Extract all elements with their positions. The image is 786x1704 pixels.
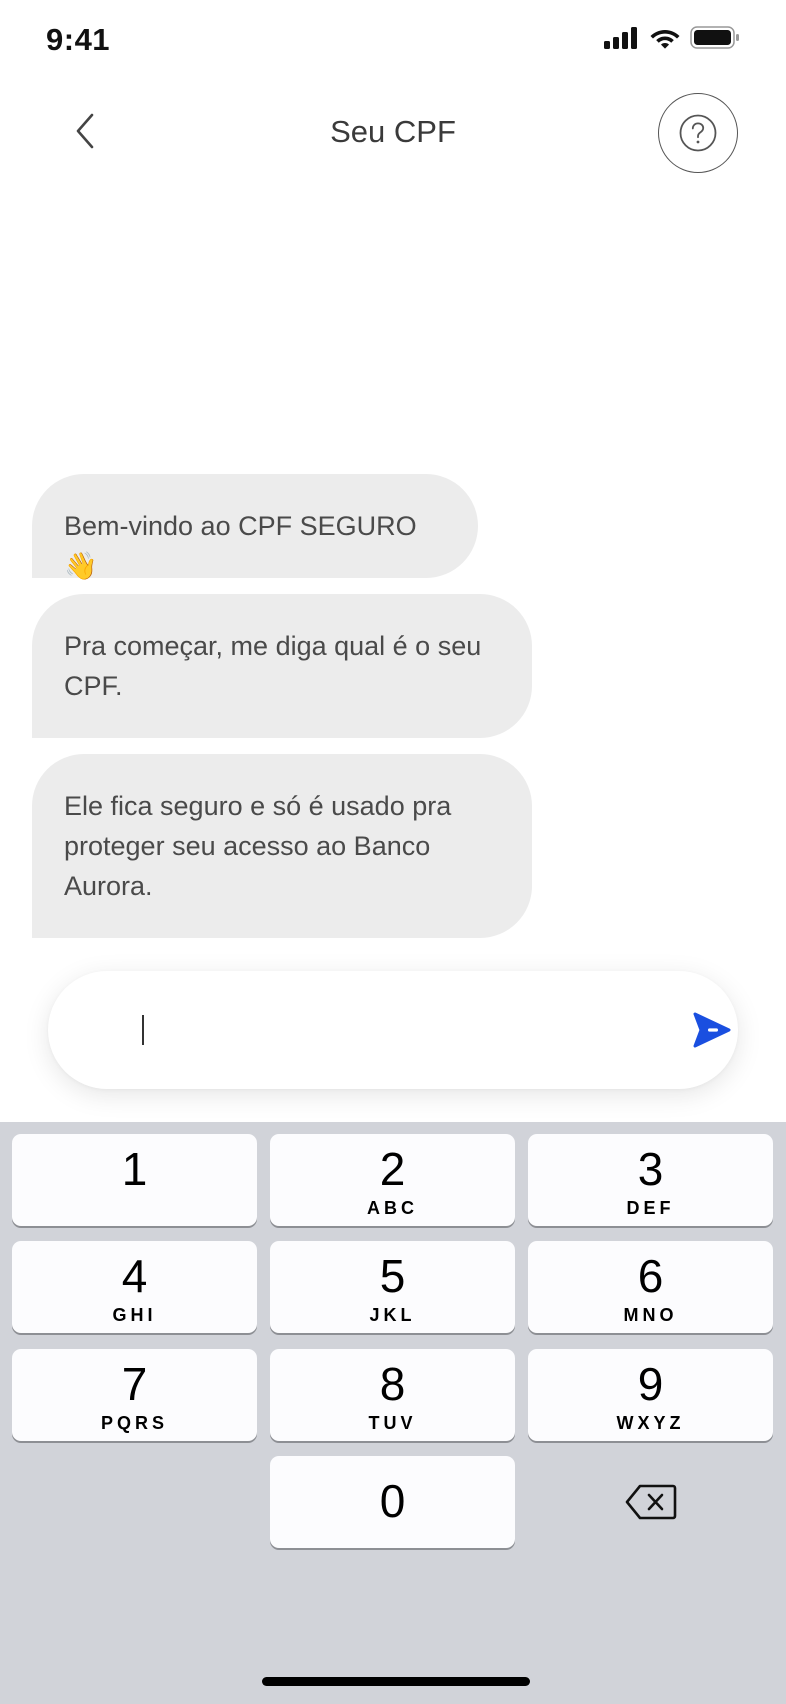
message-input-bar bbox=[48, 971, 738, 1089]
key-1[interactable]: 1 bbox=[12, 1134, 257, 1226]
key-letters: MNO bbox=[623, 1305, 678, 1325]
key-digit: 5 bbox=[379, 1250, 406, 1302]
key-digit: 8 bbox=[379, 1358, 406, 1410]
key-3[interactable]: 3 DEF bbox=[528, 1134, 773, 1226]
key-4[interactable]: 4 GHI bbox=[12, 1241, 257, 1333]
key-letters: ABC bbox=[367, 1198, 418, 1218]
screen: 9:41 Seu CPF Bem-vindo ao CPF SEGURO 👋 P… bbox=[0, 0, 786, 1704]
chat-message: Bem-vindo ao CPF SEGURO 👋 bbox=[32, 474, 478, 581]
key-5[interactable]: 5 JKL bbox=[270, 1241, 515, 1333]
key-letters: PQRS bbox=[100, 1413, 168, 1433]
cellular-signal-icon bbox=[604, 26, 637, 49]
key-digit: 9 bbox=[637, 1358, 664, 1410]
header: Seu CPF bbox=[0, 80, 786, 184]
key-digit: 2 bbox=[379, 1143, 406, 1195]
key-6[interactable]: 6 MNO bbox=[528, 1241, 773, 1333]
wifi-icon bbox=[650, 30, 680, 49]
text-cursor bbox=[142, 1015, 144, 1045]
key-0[interactable]: 0 bbox=[270, 1456, 515, 1548]
key-letters: GHI bbox=[112, 1305, 157, 1325]
status-bar: 9:41 bbox=[0, 0, 786, 80]
key-digit: 0 bbox=[379, 1475, 406, 1527]
key-letters: WXYZ bbox=[616, 1413, 685, 1433]
home-indicator bbox=[262, 1677, 530, 1686]
battery-icon bbox=[690, 26, 739, 49]
key-7[interactable]: 7 PQRS bbox=[12, 1349, 257, 1441]
key-letters: DEF bbox=[626, 1198, 675, 1218]
message-text: Pra começar, me diga qual é o seu CPF. bbox=[64, 631, 482, 701]
key-digit: 6 bbox=[637, 1250, 664, 1302]
delete-key[interactable] bbox=[528, 1456, 773, 1548]
message-text: Ele fica seguro e só é usado pra protege… bbox=[64, 791, 452, 901]
key-digit: 4 bbox=[121, 1250, 148, 1302]
help-button[interactable] bbox=[658, 93, 738, 173]
key-letters: JKL bbox=[369, 1305, 416, 1325]
cpf-input[interactable] bbox=[88, 1001, 648, 1059]
question-circle-icon bbox=[679, 114, 717, 152]
key-digit: 1 bbox=[121, 1143, 148, 1195]
status-time: 9:41 bbox=[46, 22, 111, 57]
chat-message: Ele fica seguro e só é usado pra protege… bbox=[32, 754, 532, 938]
key-8[interactable]: 8 TUV bbox=[270, 1349, 515, 1441]
message-text: Bem-vindo ao CPF SEGURO 👋 bbox=[64, 511, 417, 581]
send-button[interactable] bbox=[688, 1007, 734, 1053]
backspace-icon bbox=[625, 1484, 676, 1520]
chat-message: Pra começar, me diga qual é o seu CPF. bbox=[32, 594, 532, 738]
key-9[interactable]: 9 WXYZ bbox=[528, 1349, 773, 1441]
key-digit: 3 bbox=[637, 1143, 664, 1195]
send-icon bbox=[693, 1012, 731, 1048]
status-icons bbox=[604, 26, 740, 49]
key-digit: 7 bbox=[121, 1358, 148, 1410]
key-letters: TUV bbox=[368, 1413, 417, 1433]
key-2[interactable]: 2 ABC bbox=[270, 1134, 515, 1226]
